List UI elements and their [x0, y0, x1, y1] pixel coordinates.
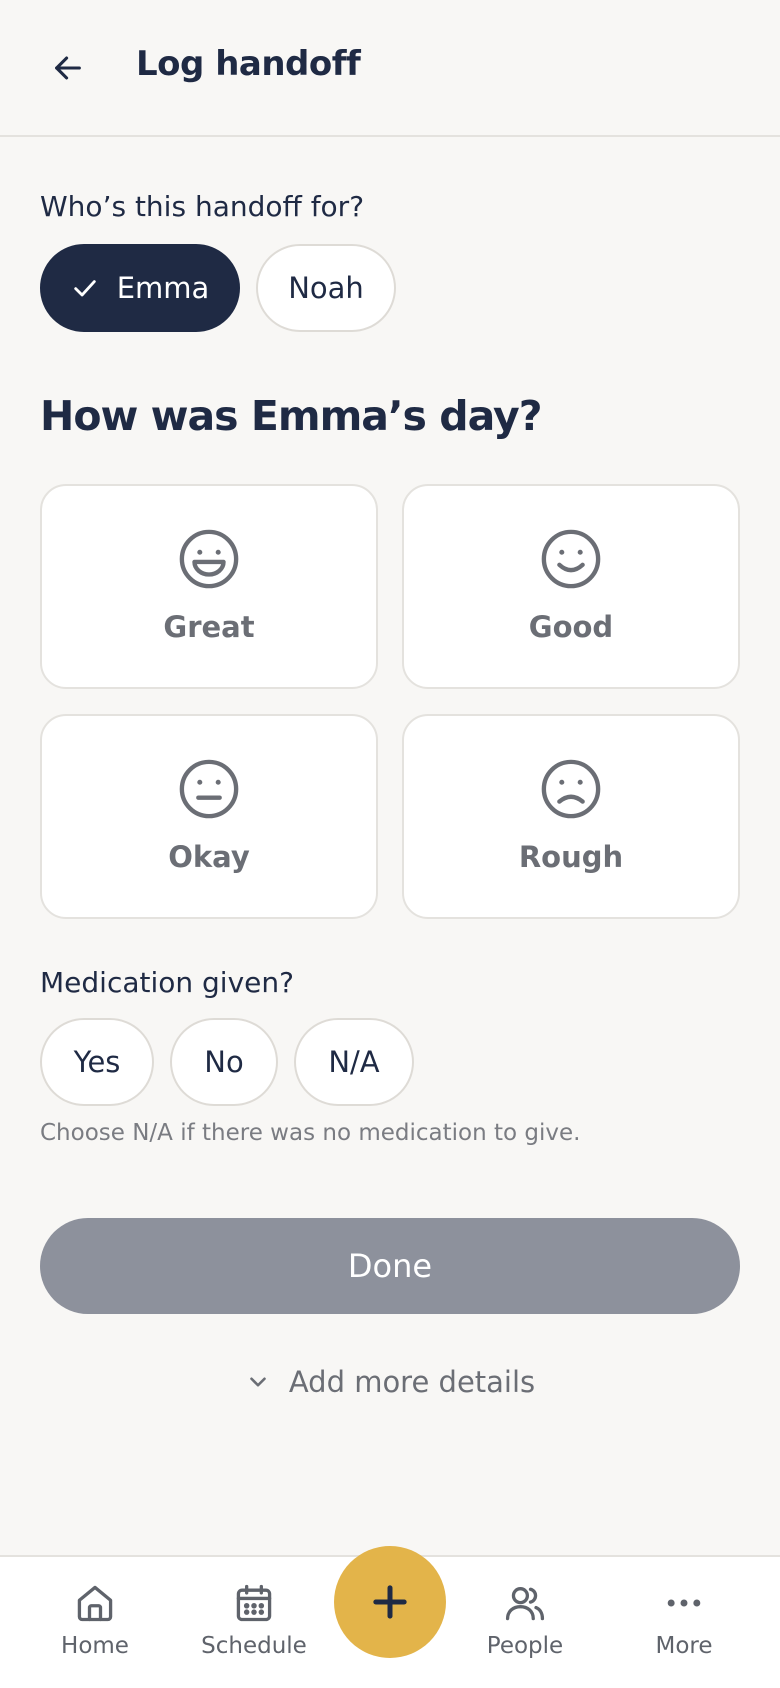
mood-label: Great: [163, 610, 255, 644]
mood-label: Okay: [168, 840, 250, 874]
mood-question: How was Emma’s day?: [40, 392, 542, 440]
more-dots-icon: [667, 1599, 701, 1607]
medication-chip-no[interactable]: No: [170, 1018, 278, 1106]
mood-option-good[interactable]: Good: [402, 484, 740, 689]
top-app-bar: Log handoff: [0, 0, 780, 137]
medication-label: Medication given?: [40, 966, 294, 999]
nav-item-home[interactable]: Home: [25, 1581, 165, 1659]
neutral-face-icon: [179, 759, 239, 819]
page-title: Log handoff: [136, 44, 361, 84]
frown-face-icon: [541, 759, 601, 819]
grin-face-icon: [179, 529, 239, 589]
mood-option-rough[interactable]: Rough: [402, 714, 740, 919]
mood-label: Rough: [518, 840, 624, 874]
calendar-icon: [236, 1584, 272, 1622]
chip-label: Emma: [116, 271, 210, 305]
nav-label: People: [486, 1633, 564, 1659]
chevron-down-icon: [245, 1369, 271, 1395]
chip-label: N/A: [328, 1045, 380, 1079]
medication-hint: Choose N/A if there was no medication to…: [40, 1120, 581, 1146]
people-icon: [505, 1587, 545, 1621]
recipient-chip-noah[interactable]: Noah: [256, 244, 396, 332]
nav-item-schedule[interactable]: Schedule: [184, 1581, 324, 1659]
nav-label: Home: [61, 1633, 129, 1659]
recipient-label: Who’s this handoff for?: [40, 190, 365, 223]
recipient-chip-emma[interactable]: Emma: [40, 244, 240, 332]
mood-option-okay[interactable]: Okay: [40, 714, 378, 919]
medication-chip-yes[interactable]: Yes: [40, 1018, 154, 1106]
mood-option-great[interactable]: Great: [40, 484, 378, 689]
back-button[interactable]: [40, 40, 96, 96]
add-more-details-toggle[interactable]: Add more details: [0, 1356, 780, 1408]
chip-label: Noah: [288, 271, 364, 305]
nav-label: Schedule: [201, 1633, 307, 1659]
nav-label: More: [655, 1633, 713, 1659]
done-button[interactable]: Done: [40, 1218, 740, 1314]
more-details-label: Add more details: [288, 1365, 536, 1399]
nav-item-more[interactable]: More: [614, 1581, 754, 1659]
nav-item-people[interactable]: People: [455, 1581, 595, 1659]
chip-label: No: [204, 1045, 244, 1079]
check-icon: [71, 274, 99, 302]
smile-face-icon: [541, 529, 601, 589]
medication-chip-na[interactable]: N/A: [294, 1018, 414, 1106]
chip-label: Yes: [73, 1045, 121, 1079]
arrow-left-icon: [55, 56, 81, 80]
add-button[interactable]: [334, 1546, 446, 1658]
plus-icon: [373, 1585, 407, 1619]
home-icon: [77, 1585, 113, 1622]
mood-label: Good: [528, 610, 614, 644]
